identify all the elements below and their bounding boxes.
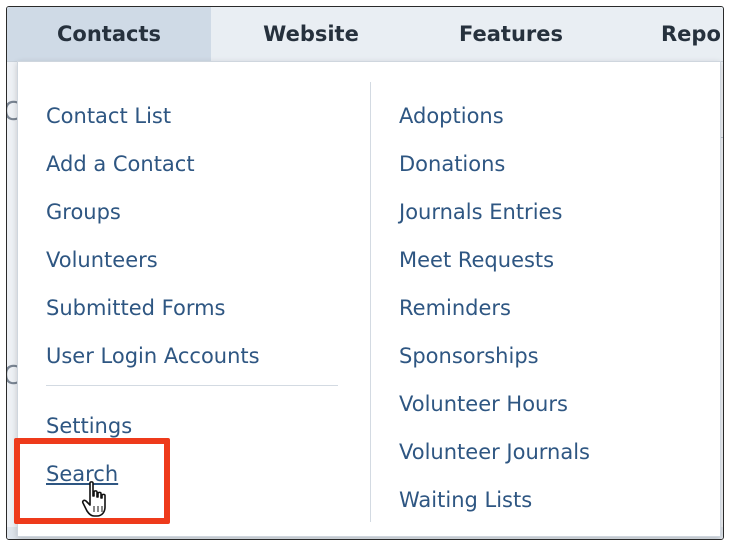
menu-item-submitted-forms[interactable]: Submitted Forms <box>46 295 226 321</box>
menu-item-settings[interactable]: Settings <box>46 413 132 439</box>
menu-item-sponsorships[interactable]: Sponsorships <box>399 343 539 369</box>
menu-item-adoptions[interactable]: Adoptions <box>399 103 504 129</box>
hand-pointer-icon <box>81 481 106 517</box>
menu-section-divider <box>46 385 338 386</box>
menu-item-waiting-lists[interactable]: Waiting Lists <box>399 487 532 513</box>
top-navigation: Contacts Website Features Repo <box>7 7 723 62</box>
menu-item-add-a-contact[interactable]: Add a Contact <box>46 151 195 177</box>
menu-item-contact-list[interactable]: Contact List <box>46 103 171 129</box>
menu-item-volunteers[interactable]: Volunteers <box>46 247 158 273</box>
menu-item-donations[interactable]: Donations <box>399 151 505 177</box>
tab-reports[interactable]: Repo <box>611 7 723 61</box>
menu-item-meet-requests[interactable]: Meet Requests <box>399 247 554 273</box>
menu-item-user-login-accounts[interactable]: User Login Accounts <box>46 343 260 369</box>
tab-features[interactable]: Features <box>411 7 611 61</box>
menu-item-volunteer-hours[interactable]: Volunteer Hours <box>399 391 568 417</box>
tab-contacts[interactable]: Contacts <box>7 7 211 61</box>
menu-item-reminders[interactable]: Reminders <box>399 295 511 321</box>
menu-item-groups[interactable]: Groups <box>46 199 121 225</box>
tab-website[interactable]: Website <box>211 7 411 61</box>
menu-item-journals-entries[interactable]: Journals Entries <box>399 199 562 225</box>
column-divider <box>370 82 371 522</box>
menu-item-volunteer-journals[interactable]: Volunteer Journals <box>399 439 590 465</box>
